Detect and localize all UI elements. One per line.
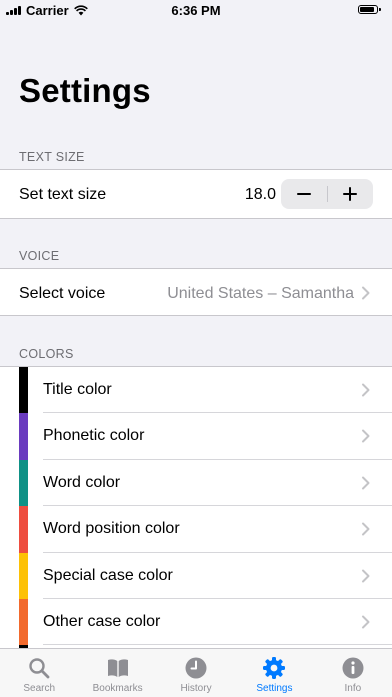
color-row-other-case[interactable]: Other case color [0,598,392,646]
magnifier-icon [29,658,50,679]
tab-label: Settings [256,683,293,694]
tab-history[interactable]: History [157,649,235,697]
tab-label: Bookmarks [92,683,143,694]
gear-icon [263,657,286,679]
chevron-right-icon [362,429,370,443]
tab-label: Search [23,683,56,694]
colors-list: Title color Phonetic color Word color Wo… [0,366,392,649]
color-row-title[interactable]: Title color [0,367,392,414]
tab-search[interactable]: Search [0,649,78,697]
battery-icon [358,5,381,14]
color-row-label: Other case color [43,612,161,630]
text-size-row: Set text size 18.0 [0,169,392,219]
color-row-word[interactable]: Word color [0,459,392,507]
select-voice-row[interactable]: Select voice United States – Samantha [0,268,392,316]
color-row-label: Word color [43,473,121,491]
color-row-special-case[interactable]: Special case color [0,552,392,599]
color-swatch [19,367,28,414]
tab-label: History [180,683,212,694]
color-row-label: Special case color [43,566,173,584]
page-title: Settings [19,72,151,109]
color-row-phonetic[interactable]: Phonetic color [0,413,392,460]
clock-icon [185,657,207,679]
chevron-right-icon [362,286,370,300]
text-size-section-header: TEXT SIZE [19,150,85,164]
chevron-right-icon [362,383,370,397]
info-icon [342,657,364,679]
chevron-right-icon [362,522,370,536]
tab-bookmarks[interactable]: Bookmarks [78,649,156,697]
tab-bar: Search Bookmarks History Settings Info [0,648,392,697]
chevron-right-icon [362,476,370,490]
selected-voice-value: United States – Samantha [167,285,354,302]
color-row-label: Phonetic color [43,427,145,445]
tab-info[interactable]: Info [314,649,392,697]
text-size-label: Set text size [19,186,107,203]
color-swatch [19,506,28,553]
status-bar: Carrier 6:36 PM [0,0,392,22]
color-row-label: Title color [43,381,112,398]
minus-icon [296,193,311,195]
decrease-text-size-button[interactable] [281,179,327,209]
color-swatch [19,413,28,460]
chevron-right-icon [362,569,370,583]
color-swatch [19,598,28,646]
text-size-stepper [281,179,373,209]
color-row-word-position[interactable]: Word position color [0,506,392,553]
colors-section-header: COLORS [19,347,74,361]
book-icon [107,659,128,677]
color-row-label: Word position color [43,520,180,538]
plus-icon [343,187,358,201]
chevron-right-icon [362,615,370,629]
status-time: 6:36 PM [171,3,221,18]
select-voice-label: Select voice [19,285,106,302]
increase-text-size-button[interactable] [327,179,373,209]
tab-label: Info [344,683,362,694]
voice-section-header: VOICE [19,249,60,263]
text-size-value: 18.0 [244,186,276,203]
tab-settings[interactable]: Settings [235,649,313,697]
color-swatch [19,552,28,599]
color-swatch [19,459,28,507]
